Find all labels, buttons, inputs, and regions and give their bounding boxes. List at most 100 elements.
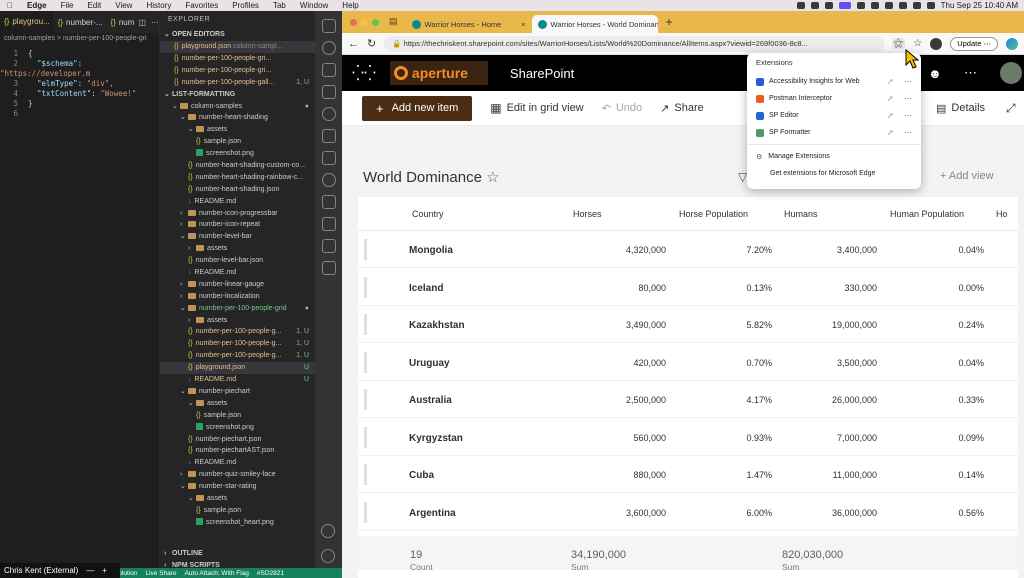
tree-folder[interactable]: ⌄ assets <box>160 124 315 136</box>
tree-file[interactable]: {} number-level-bar.json <box>160 255 315 267</box>
bookmarks-icon[interactable] <box>321 217 336 231</box>
azure-icon[interactable] <box>321 195 336 209</box>
more-actions-icon[interactable]: ⋯ <box>151 18 159 27</box>
editor-tab[interactable]: {} playgrou... <box>0 11 54 33</box>
table-row[interactable]: Argentina 3,600,000 6.00% 36,000,000 0.56% <box>358 494 1018 531</box>
maximize-window-button[interactable] <box>372 19 379 26</box>
open-editor-item[interactable]: {} playground.json column-sampl... <box>160 41 315 53</box>
tray-icon[interactable] <box>898 2 907 9</box>
share-button[interactable]: ↗ Share <box>660 102 704 115</box>
add-icon[interactable]: + <box>102 566 107 575</box>
tree-folder[interactable]: › number-icon-repeat <box>160 219 315 231</box>
tree-file[interactable]: screenshot.png <box>160 422 315 434</box>
column-header-country[interactable]: Country <box>412 209 444 219</box>
status-item[interactable]: #SD2821 <box>257 570 284 577</box>
tree-folder[interactable]: › number-icon-progressbar <box>160 208 315 220</box>
menu-tab[interactable]: Tab <box>266 0 293 11</box>
more-options-icon[interactable]: ⋯ <box>900 111 912 120</box>
outline-header[interactable]: › OUTLINE <box>160 548 203 560</box>
tree-folder[interactable]: › number-linear-gauge <box>160 279 315 291</box>
tree-folder[interactable]: › number-quiz-smiley-face <box>160 469 315 481</box>
row-select-handle[interactable] <box>364 276 367 298</box>
extension-item[interactable]: Accessibility Insights for Web ➚ ⋯ <box>747 73 921 90</box>
tree-folder[interactable]: ⌄ number-heart-shading <box>160 112 315 124</box>
settings-gear-icon[interactable] <box>321 549 335 563</box>
row-select-handle[interactable] <box>364 314 367 335</box>
table-row[interactable]: Cuba 880,000 1.47% 11,000,000 0.14% <box>358 456 1018 493</box>
user-avatar[interactable] <box>1000 62 1022 84</box>
column-header-horses[interactable]: Horses <box>573 209 602 219</box>
tree-file[interactable]: {} sample.json <box>160 505 315 517</box>
tray-icon[interactable] <box>870 2 879 9</box>
tree-folder[interactable]: ⌄ assets <box>160 493 315 505</box>
package-icon[interactable] <box>321 85 336 99</box>
more-options-icon[interactable]: ⋯ <box>900 94 912 103</box>
browser-tab-world-dominance[interactable]: Warrior Horses - World Dominan × <box>531 15 658 33</box>
tree-file[interactable]: ↓ README.md <box>160 267 315 279</box>
table-row[interactable]: Uruguay 420,000 0.70% 3,500,000 0.04% <box>358 344 1018 381</box>
aperture-logo[interactable]: aperture <box>389 61 488 85</box>
app-launcher-icon[interactable]: ⁛⁛ <box>352 64 376 82</box>
tree-folder[interactable]: ⌄ number-per-100-people-grid ● <box>160 303 315 315</box>
extension-item[interactable]: SP Formatter ➚ ⋯ <box>747 124 921 141</box>
tree-file[interactable]: {} sample.json <box>160 136 315 148</box>
table-row[interactable]: Kazakhstan 3,490,000 5.82% 19,000,000 0.24% <box>358 306 1018 343</box>
close-tab-icon[interactable]: × <box>521 20 525 29</box>
menubar-clock[interactable]: Thu Sep 25 10:40 AM <box>941 1 1018 10</box>
breadcrumb[interactable]: column-samples > number-per-100-people-g… <box>0 33 159 47</box>
table-row[interactable]: Iceland 80,000 0.13% 330,000 0.00% <box>358 269 1018 306</box>
code-editor[interactable]: 1{ 2 "$schema": "https://developer.m 3 "… <box>0 47 159 119</box>
menu-view[interactable]: View <box>108 0 139 11</box>
row-select-handle[interactable] <box>364 239 367 260</box>
remote-explorer-icon[interactable] <box>321 151 336 165</box>
wifi-icon[interactable] <box>912 2 921 9</box>
get-extensions-link[interactable]: Get extensions for Microsoft Edge <box>747 165 921 182</box>
add-new-item-button[interactable]: + Add new item <box>362 95 473 121</box>
row-select-handle[interactable] <box>364 501 367 523</box>
column-header-humans[interactable]: Humans <box>784 209 818 219</box>
table-row[interactable]: Kyrgyzstan 560,000 0.93% 7,000,000 0.09% <box>358 419 1018 456</box>
editor-tab[interactable]: {} number-... <box>54 18 107 27</box>
tree-file[interactable]: {} number-heart-shading.json <box>160 184 315 196</box>
update-button[interactable]: Update ⋯ <box>950 36 998 51</box>
tree-folder[interactable]: › number-localization <box>160 291 315 303</box>
pin-icon[interactable]: ➚ <box>887 94 895 103</box>
fullscreen-icon[interactable]: ⤢ <box>1006 101 1016 116</box>
more-options-icon[interactable]: ⋯ <box>900 77 912 86</box>
menu-window[interactable]: Window <box>293 0 335 11</box>
explorer-icon[interactable] <box>321 19 336 33</box>
run-debug-icon[interactable] <box>321 129 336 143</box>
tree-file[interactable]: ↓ README.md <box>160 457 315 469</box>
status-item[interactable]: Auto Attach: With Flag <box>185 570 249 577</box>
edit-grid-view-button[interactable]: ▦ Edit in grid view <box>490 101 583 115</box>
tree-file[interactable]: {} sample.json <box>160 410 315 422</box>
extension-item[interactable]: SP Editor ➚ ⋯ <box>747 107 921 124</box>
table-row[interactable]: Mongolia 4,320,000 7.20% 3,400,000 0.04% <box>358 231 1018 268</box>
row-select-handle[interactable] <box>364 351 367 373</box>
tree-file[interactable]: ↓ README.md U <box>160 374 315 386</box>
tree-folder[interactable]: ⌄ number-piechart <box>160 386 315 398</box>
open-editor-item[interactable]: {} number-per-100-people-gri... <box>160 53 315 65</box>
back-icon[interactable]: ← <box>348 38 359 50</box>
split-editor-icon[interactable]: ◫ <box>138 18 146 27</box>
close-window-button[interactable] <box>350 19 357 26</box>
menu-history[interactable]: History <box>139 0 178 11</box>
apple-icon[interactable]:  <box>0 0 20 11</box>
menu-favorites[interactable]: Favorites <box>178 0 225 11</box>
table-row[interactable]: Australia 2,500,000 4.17% 26,000,000 0.33% <box>358 381 1018 418</box>
tree-folder[interactable]: › assets <box>160 243 315 255</box>
tree-file[interactable]: {} number-per-100-people-g... 1, U <box>160 338 315 350</box>
pin-icon[interactable]: ➚ <box>887 128 895 137</box>
browser-tab-home[interactable]: Warrior Horses - Home × <box>406 15 532 33</box>
extensions-icon[interactable] <box>321 63 336 77</box>
tray-icon[interactable] <box>810 2 819 9</box>
column-header-horse-population[interactable]: Horse Population <box>679 209 748 219</box>
tree-file[interactable]: {} number-heart-shading-custom-co... <box>160 160 315 172</box>
tree-folder[interactable]: ⌄ column-samples ● <box>160 101 315 113</box>
more-options-icon[interactable]: ⋯ <box>964 65 977 81</box>
undo-button[interactable]: ↶ Undo <box>602 102 643 115</box>
url-field[interactable]: 🔒 https://thechriskent.sharepoint.com/si… <box>384 35 884 52</box>
tree-file[interactable]: {} number-per-100-people-g... 1, U <box>160 326 315 338</box>
source-control-icon[interactable] <box>321 107 336 121</box>
minimize-window-button[interactable] <box>361 19 368 26</box>
